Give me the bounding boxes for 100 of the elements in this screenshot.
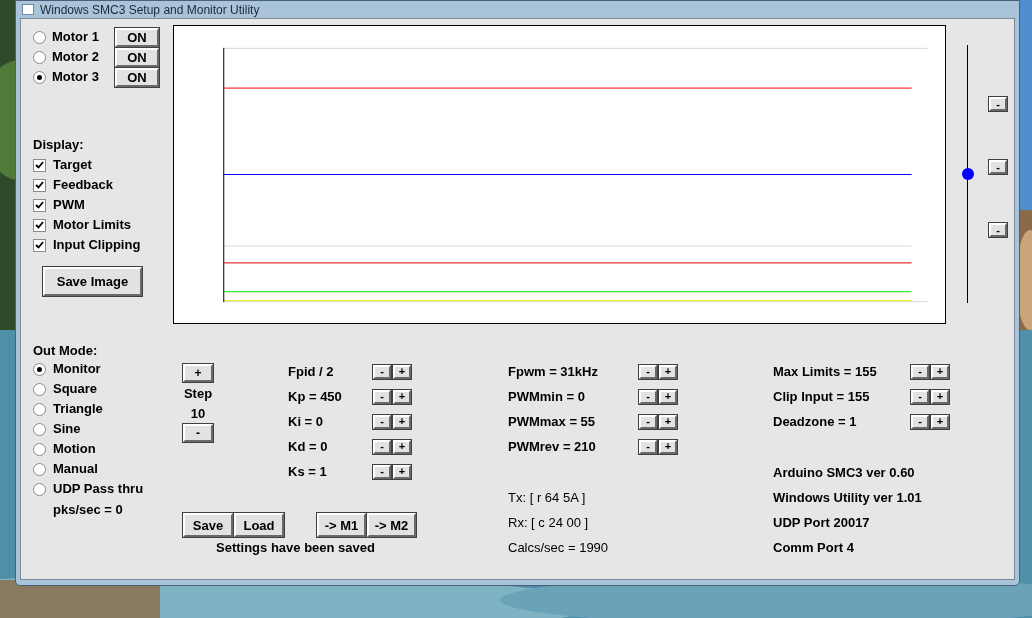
comm-readout: Rx: [ c 24 00 ] — [508, 514, 590, 532]
step-label: Step — [183, 385, 213, 403]
comm-readout: Tx: [ r 64 5A ] — [508, 489, 587, 507]
step-minus-button[interactable]: - — [183, 424, 213, 442]
radio-button[interactable] — [33, 482, 46, 496]
copy-button[interactable]: -> M1 — [317, 513, 366, 537]
version-info: UDP Port 20017 — [773, 514, 871, 532]
parameter-label: Deadzone = 1 — [773, 412, 858, 431]
mode-label: Motion — [53, 440, 96, 459]
radio-button[interactable] — [33, 50, 46, 64]
parameter-label: Ks = 1 — [288, 462, 328, 481]
mode-label: UDP Pass thru — [53, 480, 144, 499]
motor-label: Motor 3 — [52, 68, 100, 87]
decrease-button[interactable]: - — [639, 364, 657, 379]
minus-button[interactable]: - — [989, 160, 1007, 174]
version-info: Windows Utility ver 1.01 — [773, 489, 923, 507]
display-option-label: PWM — [53, 196, 85, 215]
version-info: Arduino SMC3 ver 0.60 — [773, 464, 916, 482]
increase-button[interactable]: + — [659, 439, 677, 454]
display-option-label: Feedback — [53, 176, 113, 195]
decrease-button[interactable]: - — [373, 364, 391, 379]
app-icon — [22, 4, 34, 15]
mode-label: Triangle — [53, 400, 103, 419]
increase-button[interactable]: + — [659, 414, 677, 429]
window-title: Windows SMC3 Setup and Monitor Utility — [40, 3, 260, 16]
decrease-button[interactable]: - — [911, 414, 929, 429]
increase-button[interactable]: + — [393, 414, 411, 429]
decrease-button[interactable]: - — [911, 389, 929, 404]
increase-button[interactable]: + — [931, 414, 949, 429]
decrease-button[interactable]: - — [373, 414, 391, 429]
checkbox[interactable] — [33, 178, 46, 192]
radio-button[interactable] — [33, 422, 46, 436]
checkbox[interactable] — [33, 218, 46, 232]
increase-button[interactable]: + — [931, 364, 949, 379]
status-message: Settings have been saved — [216, 539, 376, 557]
decrease-button[interactable]: - — [911, 364, 929, 379]
slider-thumb[interactable] — [961, 168, 974, 180]
radio-button[interactable] — [33, 362, 46, 376]
copy-button[interactable]: -> M2 — [367, 513, 416, 537]
minus-button[interactable]: - — [989, 223, 1007, 237]
settings-button[interactable]: Save — [183, 513, 233, 537]
display-option-label: Target — [53, 156, 92, 175]
radio-button[interactable] — [33, 402, 46, 416]
motor-label: Motor 2 — [52, 48, 100, 67]
comm-readout: Calcs/sec = 1990 — [508, 539, 610, 557]
radio-button[interactable] — [33, 30, 46, 44]
checkbox[interactable] — [33, 198, 46, 212]
checkbox[interactable] — [33, 158, 46, 172]
check-icon — [35, 221, 44, 229]
vertical-slider[interactable] — [960, 45, 975, 303]
parameter-label: Kd = 0 — [288, 437, 329, 456]
parameter-label: Max Limits = 155 — [773, 362, 878, 381]
mode-label: Sine — [53, 420, 81, 439]
parameter-label: PWMrev = 210 — [508, 437, 597, 456]
mode-label: Square — [53, 380, 98, 399]
motor-label: Motor 1 — [52, 28, 100, 47]
parameter-label: Fpwm = 31kHz — [508, 362, 599, 381]
decrease-button[interactable]: - — [639, 414, 657, 429]
increase-button[interactable]: + — [659, 364, 677, 379]
check-icon — [35, 181, 44, 189]
decrease-button[interactable]: - — [639, 389, 657, 404]
increase-button[interactable]: + — [393, 364, 411, 379]
step-plus-button[interactable]: + — [183, 364, 213, 382]
check-icon — [35, 241, 44, 249]
decrease-button[interactable]: - — [373, 389, 391, 404]
parameter-label: PWMmax = 55 — [508, 412, 597, 431]
radio-button[interactable] — [33, 70, 46, 84]
motor-on-button[interactable]: ON — [115, 27, 159, 47]
mode-label: Manual — [53, 460, 98, 479]
settings-button[interactable]: Load — [234, 513, 284, 537]
decrease-button[interactable]: - — [639, 439, 657, 454]
increase-button[interactable]: + — [393, 389, 411, 404]
radio-button[interactable] — [33, 382, 46, 396]
save-image-button[interactable]: Save Image — [43, 267, 142, 296]
radio-button[interactable] — [33, 442, 46, 456]
parameter-label: Ki = 0 — [288, 412, 325, 431]
decrease-button[interactable]: - — [373, 439, 391, 454]
version-info: Comm Port 4 — [773, 539, 855, 557]
step-value: 10 — [190, 405, 206, 423]
parameter-label: Clip Input = 155 — [773, 387, 871, 406]
display-option-label: Motor Limits — [53, 216, 131, 235]
motor-on-button[interactable]: ON — [115, 67, 159, 87]
packets-rate: pks/sec = 0 — [53, 501, 124, 519]
minus-button[interactable]: - — [989, 97, 1007, 111]
radio-button[interactable] — [33, 462, 46, 476]
out-mode-heading: Out Mode: — [33, 343, 99, 359]
display-heading: Display: — [33, 136, 85, 154]
parameter-label: PWMmin = 0 — [508, 387, 586, 406]
display-option-label: Input Clipping — [53, 236, 141, 255]
check-icon — [35, 201, 44, 209]
decrease-button[interactable]: - — [373, 464, 391, 479]
checkbox[interactable] — [33, 238, 46, 252]
check-icon — [35, 161, 44, 169]
increase-button[interactable]: + — [931, 389, 949, 404]
parameter-label: Fpid / 2 — [288, 362, 335, 381]
parameter-label: Kp = 450 — [288, 387, 343, 406]
motor-on-button[interactable]: ON — [115, 47, 159, 67]
increase-button[interactable]: + — [393, 439, 411, 454]
increase-button[interactable]: + — [393, 464, 411, 479]
increase-button[interactable]: + — [659, 389, 677, 404]
